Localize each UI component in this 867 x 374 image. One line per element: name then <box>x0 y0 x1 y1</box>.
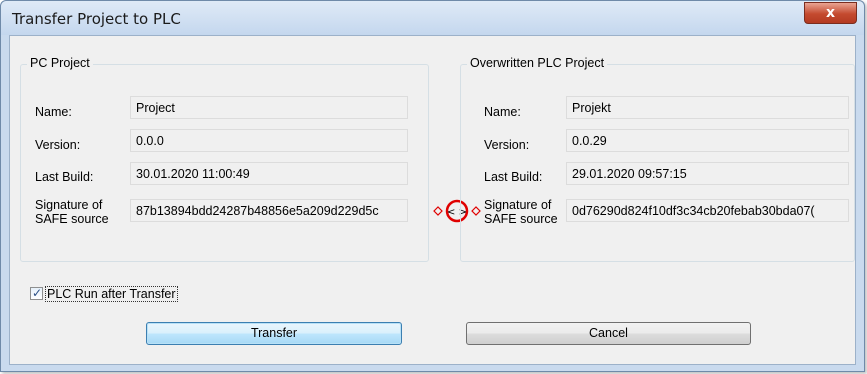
plc-last-build-label: Last Build: <box>484 170 543 184</box>
pc-project-group-title: PC Project <box>27 56 93 70</box>
transfer-button[interactable]: Transfer <box>146 322 402 345</box>
pc-last-build-label: Last Build: <box>35 170 94 184</box>
plc-signature-label-line2: SAFE source <box>484 212 558 226</box>
plc-signature-label-line1: Signature of <box>484 198 552 212</box>
close-button[interactable]: x <box>804 2 857 24</box>
plc-signature-field: 0d76290d824f10df3c34cb20febab30bda07( <box>566 199 849 222</box>
cancel-button[interactable]: Cancel <box>466 322 751 345</box>
plc-version-field: 0.0.29 <box>566 129 849 152</box>
plc-run-checkbox[interactable]: ✓ <box>30 286 43 300</box>
plc-run-label[interactable]: PLC Run after Transfer <box>45 286 178 302</box>
checkmark-icon: ✓ <box>32 286 43 300</box>
pc-version-field: 0.0.0 <box>130 129 408 152</box>
plc-name-field: Projekt <box>566 96 849 119</box>
pc-name-field: Project <box>130 96 408 119</box>
plc-version-label: Version: <box>484 138 530 152</box>
dialog-body: PC Project Name: Project Version: 0.0.0 … <box>9 35 856 365</box>
pc-signature-label-line2: SAFE source <box>35 212 109 226</box>
pc-signature-label-line1: Signature of <box>35 198 103 212</box>
dialog-title: Transfer Project to PLC <box>12 10 181 28</box>
transfer-dialog: Transfer Project to PLC x PC Project Nam… <box>0 0 865 372</box>
pc-signature-field: 87b13894bdd24287b48856e5a209d229d5c <box>130 199 408 222</box>
title-bar[interactable]: Transfer Project to PLC x <box>1 1 864 35</box>
pc-last-build-field: 30.01.2020 11:00:49 <box>130 162 408 185</box>
pc-version-label: Version: <box>35 138 81 152</box>
plc-name-label: Name: <box>484 105 521 119</box>
pc-name-label: Name: <box>35 105 72 119</box>
close-icon: x <box>825 5 836 21</box>
plc-last-build-field: 29.01.2020 09:57:15 <box>566 162 849 185</box>
plc-project-group-title: Overwritten PLC Project <box>467 56 608 70</box>
